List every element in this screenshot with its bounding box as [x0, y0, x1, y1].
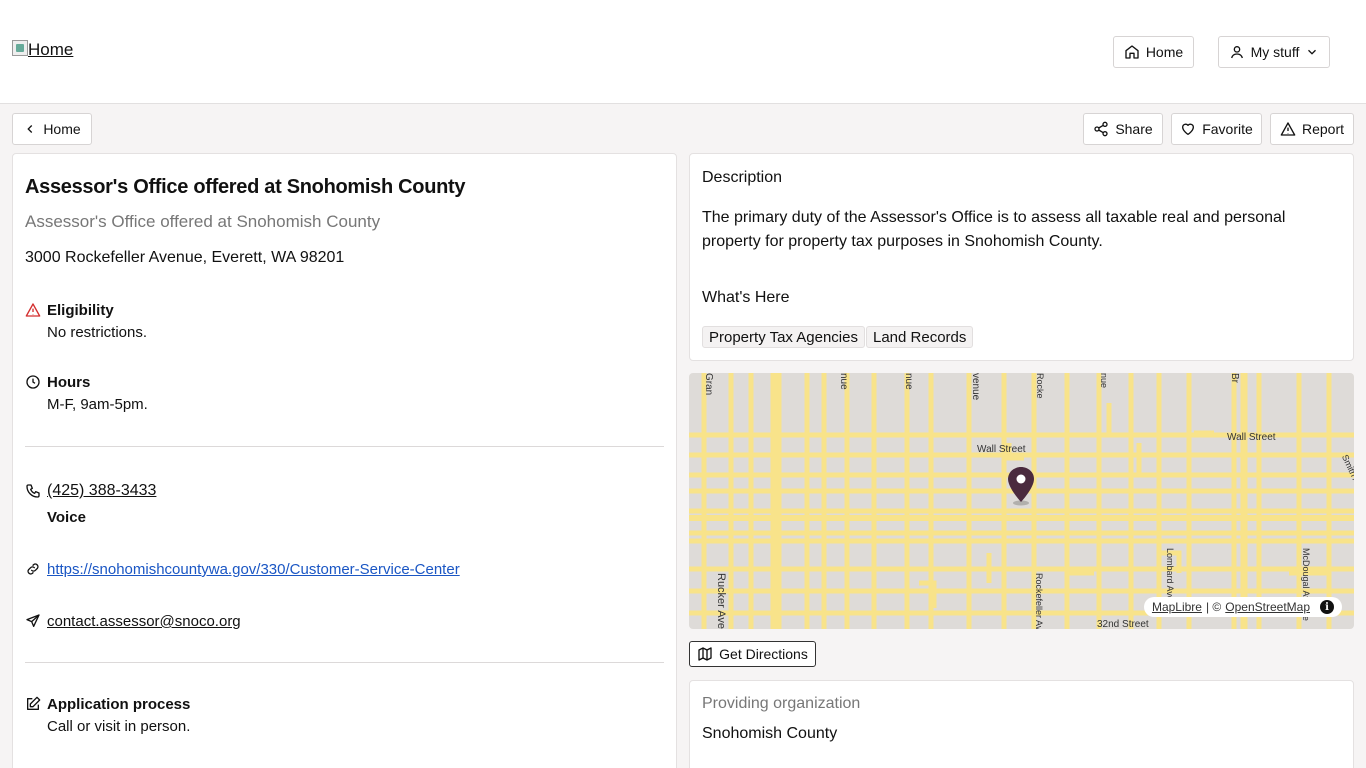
- openstreetmap-link[interactable]: OpenStreetMap: [1225, 600, 1310, 614]
- service-title: Assessor's Office offered at Snohomish C…: [25, 176, 466, 198]
- category-tag: Property Tax Agencies: [702, 326, 865, 348]
- favorite-button[interactable]: Favorite: [1171, 113, 1262, 145]
- share-label: Share: [1115, 121, 1153, 137]
- chevron-down-icon: [1308, 49, 1317, 55]
- home-nav-label: Home: [1145, 44, 1184, 60]
- map-street-label: Rucker Avenue: [715, 573, 727, 629]
- user-icon: [1230, 46, 1243, 59]
- application-process-label: Application process: [47, 696, 191, 713]
- map-street-label: Gran: [703, 373, 714, 396]
- map-street-label: Wall Street: [1227, 432, 1276, 443]
- house-icon: [1125, 45, 1139, 59]
- divider: [25, 446, 664, 447]
- get-directions-label: Get Directions: [719, 646, 808, 662]
- my-stuff-label: My stuff: [1250, 44, 1300, 60]
- map-street-label: 32nd Street: [1097, 619, 1149, 629]
- hours-value: M-F, 9am-5pm.: [47, 396, 148, 413]
- warning-triangle-icon: [1280, 122, 1296, 136]
- site-header: Home Home My stuff: [0, 0, 1366, 104]
- whats-here-heading: What's Here: [702, 289, 790, 306]
- location-pin-icon[interactable]: [1006, 466, 1036, 506]
- back-home-button[interactable]: Home: [12, 113, 92, 145]
- heart-icon: [1182, 123, 1195, 135]
- map-street-label: nue: [838, 373, 849, 390]
- edit-icon: [27, 696, 41, 710]
- back-home-label: Home: [43, 121, 81, 137]
- my-stuff-menu-button[interactable]: My stuff: [1218, 36, 1330, 68]
- service-subtitle: Assessor's Office offered at Snohomish C…: [25, 212, 381, 231]
- attribution-separator: | ©: [1205, 600, 1222, 614]
- service-details-card: [12, 153, 677, 768]
- info-icon[interactable]: i: [1320, 600, 1334, 614]
- email-link[interactable]: contact.assessor@snoco.org: [47, 613, 241, 630]
- report-label: Report: [1301, 121, 1345, 137]
- organization-name[interactable]: Snohomish County: [702, 725, 837, 743]
- website-link[interactable]: https://snohomishcountywa.gov/330/Custom…: [47, 561, 460, 578]
- map-street-label: Wall Street: [977, 444, 1026, 455]
- service-address: 3000 Rockefeller Avenue, Everett, WA 982…: [25, 249, 345, 266]
- home-nav-button[interactable]: Home: [1113, 36, 1194, 68]
- share-button[interactable]: Share: [1083, 113, 1163, 145]
- phone-icon: [26, 484, 40, 498]
- eligibility-label: Eligibility: [47, 302, 114, 319]
- get-directions-button[interactable]: Get Directions: [689, 641, 816, 667]
- phone-link[interactable]: (425) 388-3433: [47, 482, 156, 500]
- favorite-label: Favorite: [1202, 121, 1253, 137]
- organization-card: [689, 680, 1354, 768]
- logo-alt-text: Home: [28, 40, 74, 59]
- hours-label: Hours: [47, 374, 91, 391]
- map-street-label: nue: [903, 373, 914, 390]
- divider: [25, 662, 664, 663]
- chevron-left-icon: [27, 125, 33, 133]
- map-street-label: Br: [1229, 373, 1240, 383]
- share-icon: [1094, 121, 1108, 137]
- broken-image-icon: [12, 40, 28, 56]
- maplibre-link[interactable]: MapLibre: [1152, 600, 1202, 614]
- description-heading: Description: [702, 169, 783, 186]
- eligibility-value: No restrictions.: [47, 324, 148, 341]
- map-icon: [698, 647, 712, 661]
- organization-heading: Providing organization: [702, 695, 861, 712]
- map-street-label: Rockefeller Avenue: [1034, 573, 1044, 629]
- map-attribution: MapLibre | © OpenStreetMap i: [1143, 597, 1342, 617]
- category-tag: Land Records: [866, 326, 974, 348]
- map-street-label: Rocke: [1035, 373, 1045, 399]
- description-text: The primary duty of the Assessor's Offic…: [702, 209, 1286, 250]
- send-icon: [26, 614, 40, 627]
- map-street-label: nue: [1099, 373, 1109, 389]
- map-street-label: venue: [970, 373, 981, 401]
- eligibility-warning-icon: [25, 303, 41, 317]
- phone-type-label: Voice: [47, 509, 86, 526]
- application-process-value: Call or visit in person.: [47, 718, 191, 735]
- location-map[interactable]: Wall Street Wall Street Rucker Avenue Ro…: [689, 373, 1354, 629]
- home-logo-link[interactable]: Home: [12, 40, 73, 60]
- link-icon: [27, 563, 39, 575]
- clock-icon: [26, 375, 40, 389]
- report-button[interactable]: Report: [1270, 113, 1354, 145]
